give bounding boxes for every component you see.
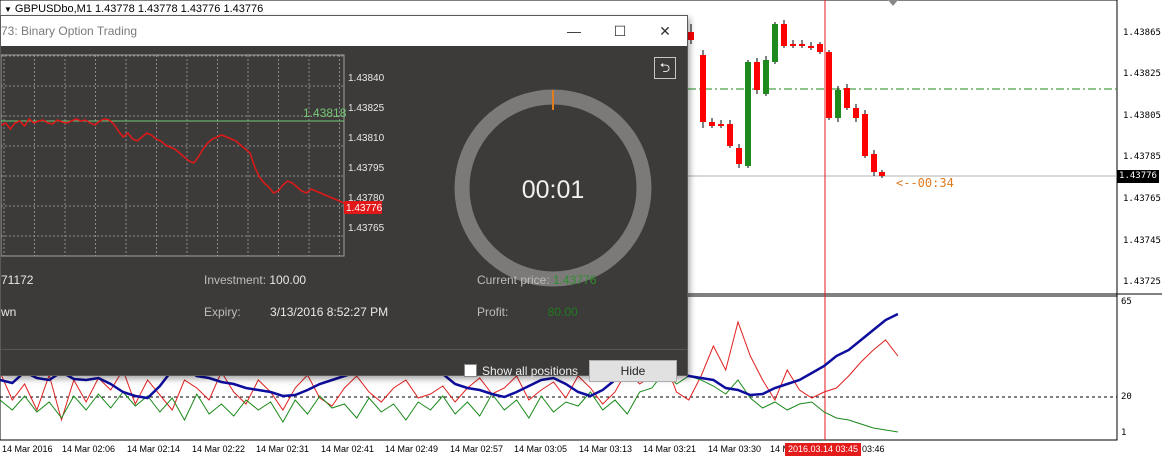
investment-field: Investment: 100.00 <box>204 273 306 287</box>
mini-price-tick: 1.43810 <box>348 133 385 144</box>
binary-option-dialog[interactable]: 73: Binary Option Trading — ☐ ✕ 1.43818 … <box>0 15 688 382</box>
candle-body <box>781 24 787 46</box>
maximize-icon: ☐ <box>613 23 627 39</box>
current-price-value: 1.43776 <box>553 273 597 287</box>
maximize-button[interactable]: ☐ <box>597 16 643 46</box>
candle-body <box>844 88 850 108</box>
candle-body <box>727 124 733 146</box>
candle-body <box>709 122 715 126</box>
candle-body <box>817 44 823 52</box>
time-tick: 14 Mar 02:49 <box>385 444 439 454</box>
time-tick: 14 Mar 03:30 <box>708 444 762 454</box>
indicator-tick: 1 <box>1121 428 1127 438</box>
time-tick: 14 Mar 02:22 <box>192 444 246 454</box>
open-price-label: 1.43818 <box>303 106 347 120</box>
candle-body <box>688 32 694 40</box>
price-tick: 1.43745 <box>1123 236 1161 246</box>
time-tick: 14 Mar 03:21 <box>643 444 697 454</box>
mini-price-tick: 1.43765 <box>348 223 385 234</box>
candle-countdown: <--00:34 <box>896 176 954 190</box>
indicator-tick: 65 <box>1121 297 1132 307</box>
current-price-field: Current price: 1.43776 <box>477 273 596 287</box>
position-direction: wn <box>1 305 17 319</box>
close-button[interactable]: ✕ <box>642 16 688 46</box>
mini-price-tick: 1.43780 <box>348 193 385 204</box>
dialog-separator <box>1 349 687 350</box>
time-tick: 14 Mar 02:41 <box>321 444 375 454</box>
price-tick: 1.43725 <box>1123 277 1161 287</box>
investment-value: 100.00 <box>269 273 307 287</box>
expiry-value: 3/13/2016 8:52:27 PM <box>270 305 389 319</box>
candle-body <box>745 62 751 166</box>
checkbox-box[interactable] <box>464 364 477 377</box>
candle-body <box>808 46 814 48</box>
close-icon: ✕ <box>659 23 671 39</box>
time-tick: 14 Mar 03:13 <box>579 444 633 454</box>
dialog-body: 1.43818 1.43776 1.43840 1.43825 1.43810 … <box>1 46 687 382</box>
dialog-titlebar[interactable]: 73: Binary Option Trading — ☐ ✕ <box>1 16 687 46</box>
profit-label: Profit: <box>477 305 509 319</box>
profit-value: 80.00 <box>547 305 578 319</box>
time-tick: 14 Mar 2016 <box>2 444 53 454</box>
hide-button[interactable]: Hide <box>589 360 677 382</box>
profit-field: Profit: 80.00 <box>477 305 578 319</box>
time-tick: 14 Mar 02:31 <box>256 444 310 454</box>
mini-chart-grid <box>1 54 345 257</box>
crosshair-time-badge: 2016.03.14 03:45 <box>785 443 862 456</box>
indicator-tick: 20 <box>1121 392 1132 402</box>
candle-body <box>853 108 859 118</box>
minimize-button[interactable]: — <box>551 16 597 46</box>
candle-body <box>835 90 841 118</box>
candle-body <box>772 24 778 62</box>
minimize-icon: — <box>567 23 581 39</box>
time-tick: 14 Mar 02:57 <box>450 444 504 454</box>
time-tick: 14 Mar 03:05 <box>514 444 568 454</box>
price-tick: 1.43865 <box>1123 28 1161 38</box>
expiry-field: Expiry: 3/13/2016 8:52:27 PM <box>204 305 388 319</box>
price-tick: 1.43765 <box>1123 194 1161 204</box>
price-tick: 1.43785 <box>1123 152 1161 162</box>
candle-body <box>736 148 742 164</box>
candle-body <box>700 55 706 122</box>
candle-body <box>826 52 832 118</box>
mini-price-tick: 1.43840 <box>348 73 385 84</box>
chart-title: ▼ GBPUSDbo,M1 1.43778 1.43778 1.43776 1.4… <box>4 3 264 15</box>
position-id: 71172 <box>1 273 34 287</box>
candle-body <box>799 44 805 46</box>
mini-price-line <box>1 117 345 204</box>
time-tick: 03:46 <box>862 444 885 454</box>
candle-body <box>862 114 868 156</box>
price-tick: 1.43825 <box>1123 69 1161 79</box>
dialog-title: 73: Binary Option Trading <box>1 24 138 38</box>
shift-marker-icon <box>888 0 898 6</box>
candle-body <box>871 154 877 172</box>
mini-price-tick: 1.43795 <box>348 163 385 174</box>
candlesticks <box>688 20 885 178</box>
mini-price-chart: 1.43818 1.43776 1.43840 1.43825 1.43810 … <box>1 54 385 257</box>
current-price-tag-text: 1.43776 <box>346 203 383 214</box>
mini-price-tick: 1.43825 <box>348 103 385 114</box>
candle-body <box>763 60 769 94</box>
time-tick: 14 Mar 02:06 <box>62 444 116 454</box>
candle-body <box>754 62 760 90</box>
candle-body <box>879 172 885 176</box>
current-price-label: Current price: <box>477 273 550 287</box>
candle-body <box>718 124 724 126</box>
show-all-positions-label: Show all positions <box>482 364 579 378</box>
investment-label: Investment: <box>204 273 267 287</box>
expiry-label: Expiry: <box>204 305 241 319</box>
current-price-badge: 1.43776 <box>1117 170 1159 183</box>
countdown-timer: 00:01 <box>521 176 585 204</box>
time-tick: 14 Mar 02:14 <box>127 444 181 454</box>
back-button[interactable]: ⮌ <box>654 57 676 79</box>
price-tick: 1.43805 <box>1123 111 1161 121</box>
show-all-positions-checkbox[interactable]: Show all positions <box>464 364 578 378</box>
back-arrow-icon: ⮌ <box>659 60 671 75</box>
candle-body <box>790 44 796 46</box>
chart-triangle-icon: ▼ <box>4 5 12 14</box>
